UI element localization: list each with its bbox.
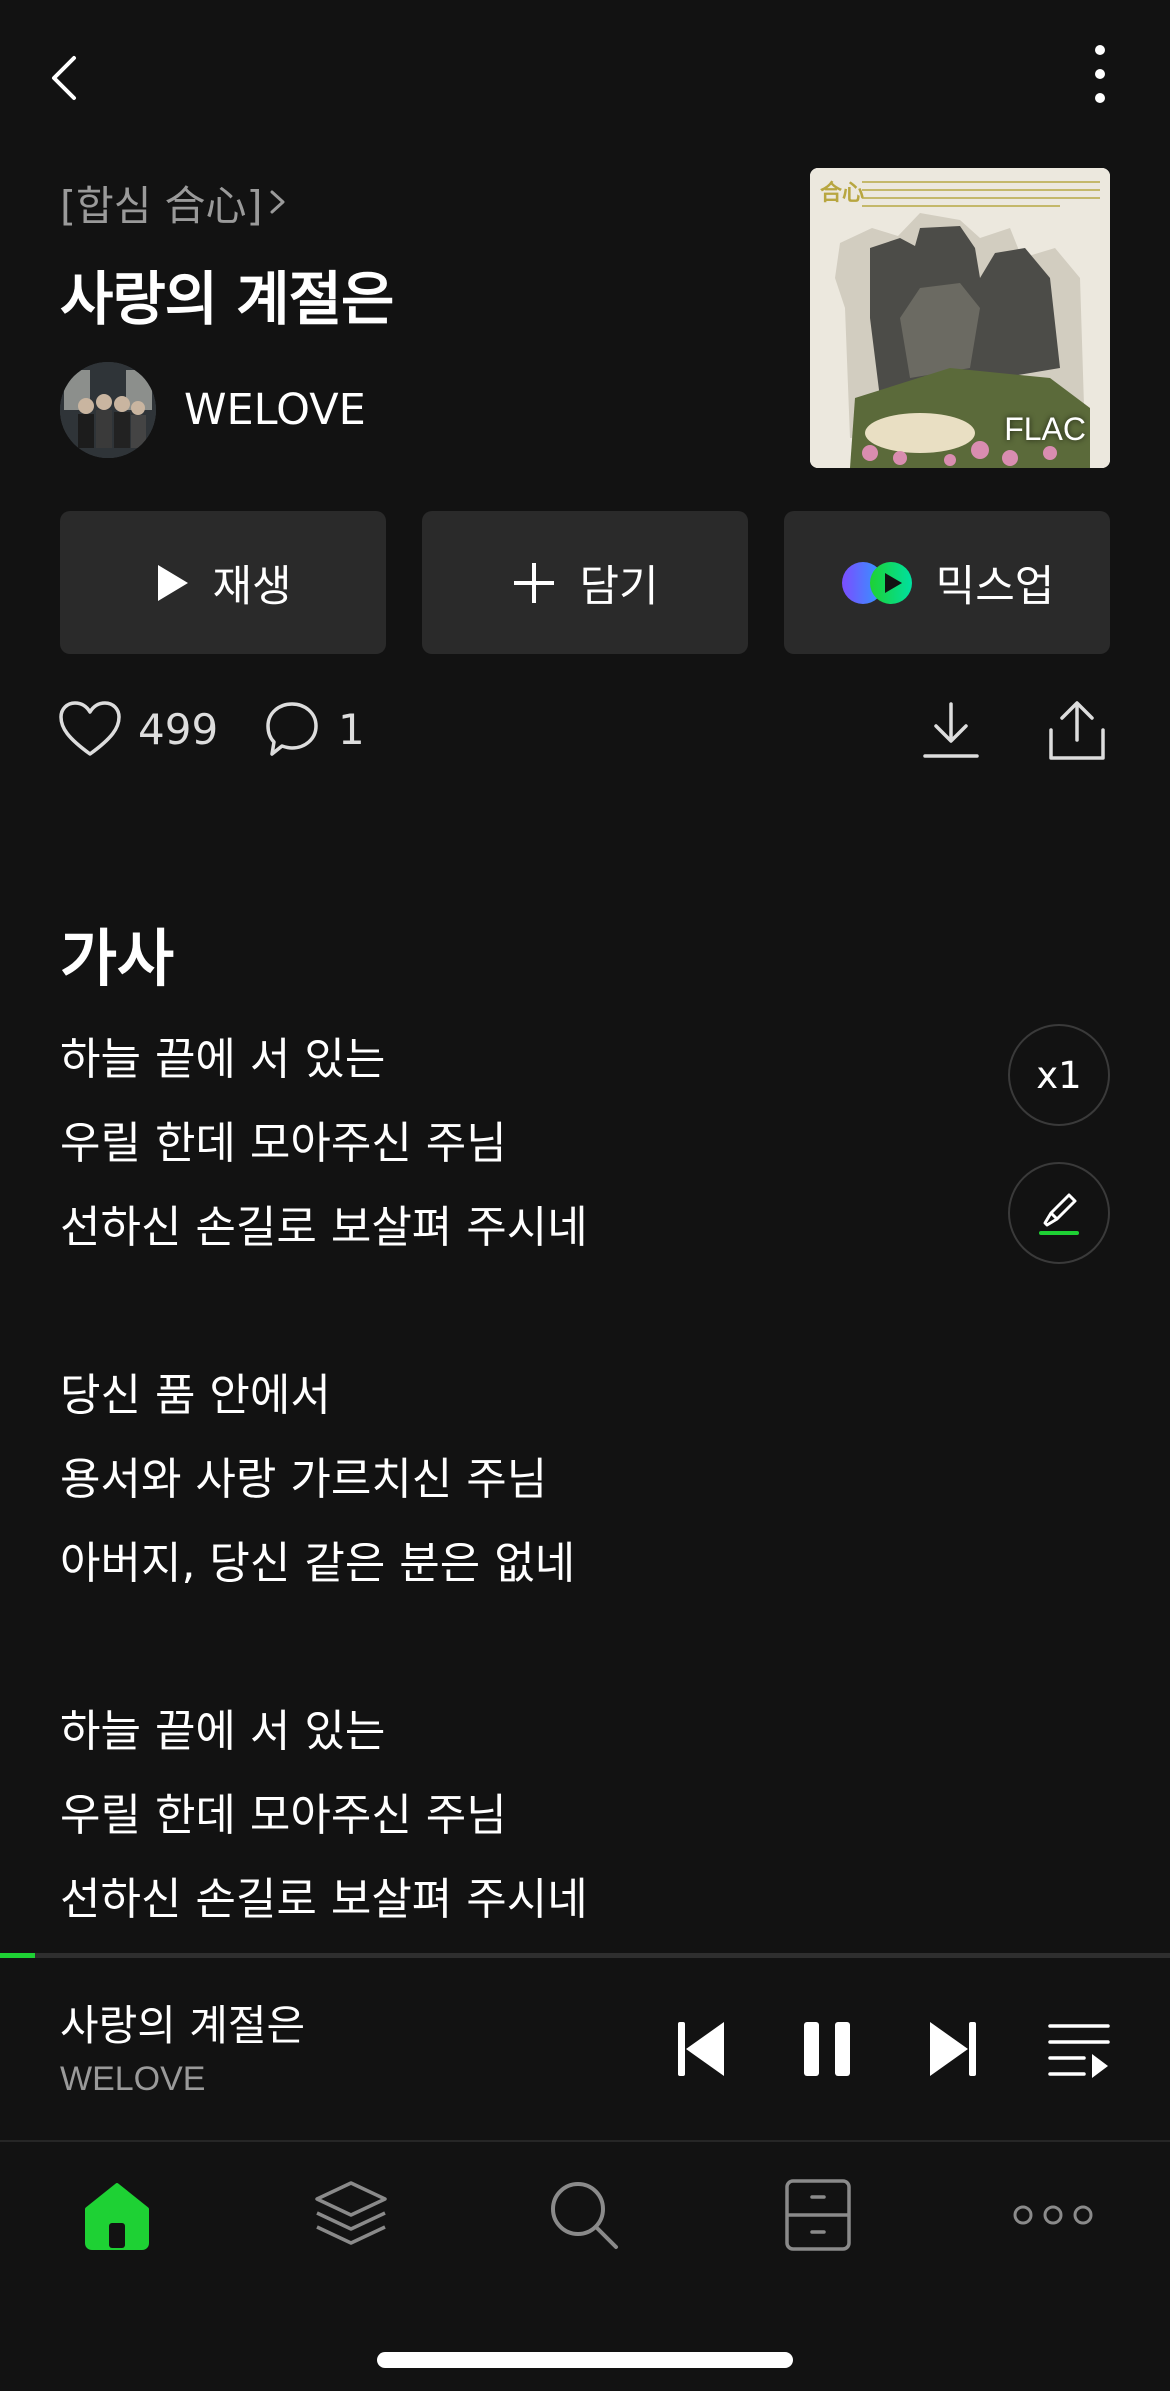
lyric-line: 우릴 한데 모아주신 주님 (60, 1790, 507, 1841)
highlighter-icon (1039, 1193, 1079, 1235)
queue-list-icon (1048, 2024, 1110, 2078)
lyric-line: 선하신 손길로 보살펴 주시네 (60, 1202, 588, 1253)
pause-icon (804, 2022, 850, 2076)
next-track-button[interactable] (922, 2016, 984, 2082)
nav-home[interactable] (72, 2170, 162, 2260)
comment-count: 1 (338, 704, 365, 754)
svg-text:合心: 合心 (820, 180, 864, 206)
artist-name: WELOVE (184, 385, 366, 435)
download-button[interactable] (920, 698, 982, 764)
lyric-line: 당신 품 안에서 (60, 1370, 331, 1421)
share-icon (1049, 701, 1105, 760)
nav-library[interactable] (306, 2170, 396, 2260)
locker-icon (785, 2179, 851, 2251)
back-button[interactable] (30, 40, 100, 110)
artist-link[interactable]: WELOVE (60, 362, 366, 458)
play-icon (158, 564, 189, 601)
mixup-button[interactable]: 믹스업 (784, 511, 1110, 654)
chevron-right-icon (270, 190, 285, 214)
lyric-spacer (60, 1616, 960, 1700)
mini-player-artist: WELOVE (60, 2060, 206, 2098)
lyric-line: 용서와 사랑 가르치신 주님 (60, 1454, 548, 1505)
more-dots-icon (1013, 2205, 1093, 2225)
skip-next-icon (930, 2022, 976, 2076)
album-title: [합심 合心] (60, 182, 263, 230)
search-icon (551, 2182, 618, 2249)
add-label: 담기 (579, 561, 659, 612)
pause-button[interactable] (796, 2016, 858, 2082)
song-title: 사랑의 계절은 (60, 265, 394, 333)
like-button[interactable]: 499 (58, 700, 218, 758)
flac-badge: FLAC (1004, 411, 1086, 447)
playback-progress-fill (0, 1953, 36, 1958)
home-icon (85, 2183, 149, 2250)
nav-search[interactable] (539, 2170, 629, 2260)
lyric-spacer (60, 1280, 960, 1364)
divider (0, 2140, 1170, 2142)
playback-progress-bar[interactable] (0, 1953, 1170, 1958)
playlist-queue-button[interactable] (1046, 2016, 1112, 2082)
add-to-playlist-button[interactable]: 담기 (422, 511, 748, 654)
skip-previous-icon (678, 2022, 724, 2076)
home-indicator (377, 2352, 793, 2368)
nav-more[interactable] (1008, 2170, 1098, 2260)
lyric-line: 하늘 끝에 서 있는 (60, 1034, 386, 1085)
heart-icon (59, 701, 121, 756)
album-link[interactable]: [합심 合心] (60, 172, 290, 232)
more-options-button[interactable] (1070, 40, 1130, 110)
lyric-line: 아버지, 당신 같은 분은 없네 (60, 1538, 576, 1589)
lyric-line: 선하신 손길로 보살펴 주시네 (60, 1874, 588, 1925)
lyric-line: 하늘 끝에 서 있는 (60, 1706, 386, 1757)
lyrics-speed-button[interactable]: x1 (1008, 1024, 1110, 1126)
mixup-label: 믹스업 (935, 561, 1055, 612)
nav-locker[interactable] (773, 2170, 863, 2260)
layers-icon (315, 2181, 387, 2245)
share-button[interactable] (1046, 698, 1108, 764)
speed-label: x1 (1036, 1053, 1082, 1097)
comment-icon (266, 702, 318, 756)
chevron-left-icon (52, 56, 76, 100)
lyrics-heading: 가사 (60, 922, 175, 995)
lyrics-highlight-button[interactable] (1008, 1162, 1110, 1264)
album-cover[interactable]: 合心 FLAC (810, 168, 1110, 468)
play-button[interactable]: 재생 (60, 511, 386, 654)
vertical-dots-icon (1095, 45, 1105, 103)
comment-button[interactable]: 1 (264, 700, 365, 758)
play-label: 재생 (212, 561, 292, 612)
like-count: 499 (138, 704, 219, 754)
mixup-icon (841, 561, 912, 604)
plus-icon (514, 562, 555, 603)
artist-avatar (60, 362, 156, 458)
download-icon (923, 702, 979, 758)
previous-track-button[interactable] (670, 2016, 732, 2082)
lyric-line: 우릴 한데 모아주신 주님 (60, 1118, 507, 1169)
lyrics-block: 하늘 끝에 서 있는 우릴 한데 모아주신 주님 선하신 손길로 보살펴 주시네… (60, 1028, 960, 1952)
mini-player-title[interactable]: 사랑의 계절은 (60, 1992, 305, 2053)
